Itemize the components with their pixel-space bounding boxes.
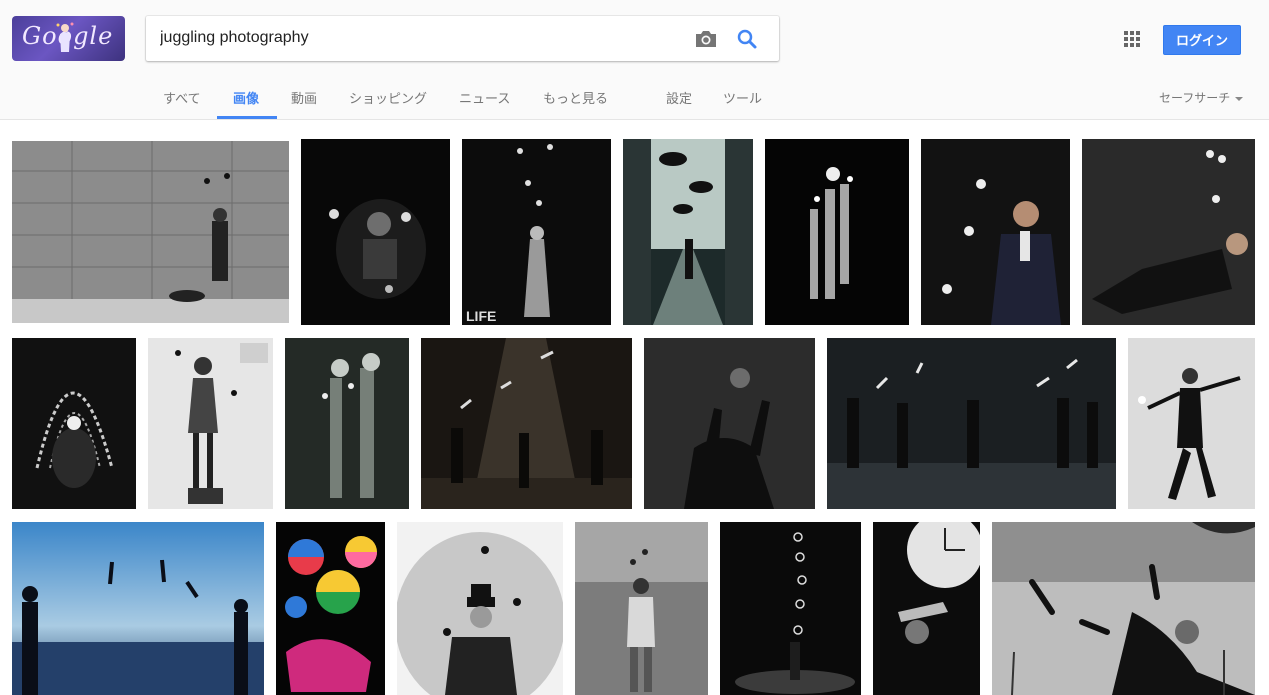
image-result[interactable] [873,522,980,695]
tab-all[interactable]: すべて [163,88,201,107]
stage-show-image [421,338,632,509]
image-result[interactable] [397,522,563,695]
safe-search-dropdown[interactable]: セーフサーチ [1159,89,1244,106]
umbrellas-street-image [623,139,753,325]
bowler-hat-juggler-image [397,522,563,695]
tab-images[interactable]: 画像 [233,88,259,107]
reclining-juggler-image [1082,139,1255,325]
tab-tools[interactable]: ツール [723,88,762,107]
woman-on-chair-image [148,338,273,509]
chevron-down-icon [1235,96,1244,101]
svg-text:LIFE: LIFE [466,308,496,324]
beach-balls-image [276,522,385,695]
camera-icon[interactable] [694,29,718,49]
dancer-juggler-image [1128,338,1255,509]
login-button[interactable]: ログイン [1163,25,1241,55]
search-icon[interactable] [735,27,759,51]
image-result[interactable] [921,139,1070,325]
apps-grid-icon[interactable] [1124,31,1142,49]
tab-settings[interactable]: 設定 [666,88,692,107]
light-trail-arches-image [12,338,136,509]
active-tab-indicator [217,116,277,119]
image-result[interactable] [12,141,289,323]
image-result[interactable] [720,522,861,695]
ring-trail-image [720,522,861,695]
image-result[interactable] [644,338,815,509]
street-juggler-image [12,141,289,323]
image-result[interactable] [1082,139,1255,325]
safe-search-label: セーフサーチ [1159,91,1231,105]
image-result[interactable] [765,139,909,325]
juggler-doodle-icon [56,22,74,52]
multiple-exposure-image [765,139,909,325]
beach-silhouettes-image [12,522,264,695]
tab-videos[interactable]: 動画 [291,88,317,107]
image-result[interactable] [1128,338,1255,509]
tab-news[interactable]: ニュース [459,88,510,107]
image-result[interactable] [301,139,450,325]
search-box [146,16,779,61]
double-exposure-image [285,338,409,509]
clock-juggler-image [873,522,980,695]
circus-strongman-image [575,522,708,695]
image-result[interactable] [992,522,1255,695]
image-result[interactable] [12,338,136,509]
silhouette-reaching-image [644,338,815,509]
image-result[interactable] [285,338,409,509]
image-result[interactable] [421,338,632,509]
life-juggler-image: LIFE [462,139,611,325]
image-result[interactable]: LIFE [462,139,611,325]
image-result[interactable] [827,338,1116,509]
tab-more[interactable]: もっと見る [543,88,608,107]
header-bar: Google ログイン すべて 画像 動画 ショッピング ニュース もっと見る … [0,0,1269,120]
man-suit-juggling-image [921,139,1070,325]
palm-juggler-image [992,522,1255,695]
juggler-balls-dark-image [301,139,450,325]
image-result[interactable] [12,522,264,695]
image-result[interactable] [575,522,708,695]
image-result[interactable] [623,139,753,325]
tab-shopping[interactable]: ショッピング [349,88,427,107]
google-doodle-logo[interactable]: Google [12,16,125,61]
stage-group-clubs-image [827,338,1116,509]
image-result[interactable] [276,522,385,695]
search-input[interactable] [160,25,680,51]
image-result[interactable] [148,338,273,509]
